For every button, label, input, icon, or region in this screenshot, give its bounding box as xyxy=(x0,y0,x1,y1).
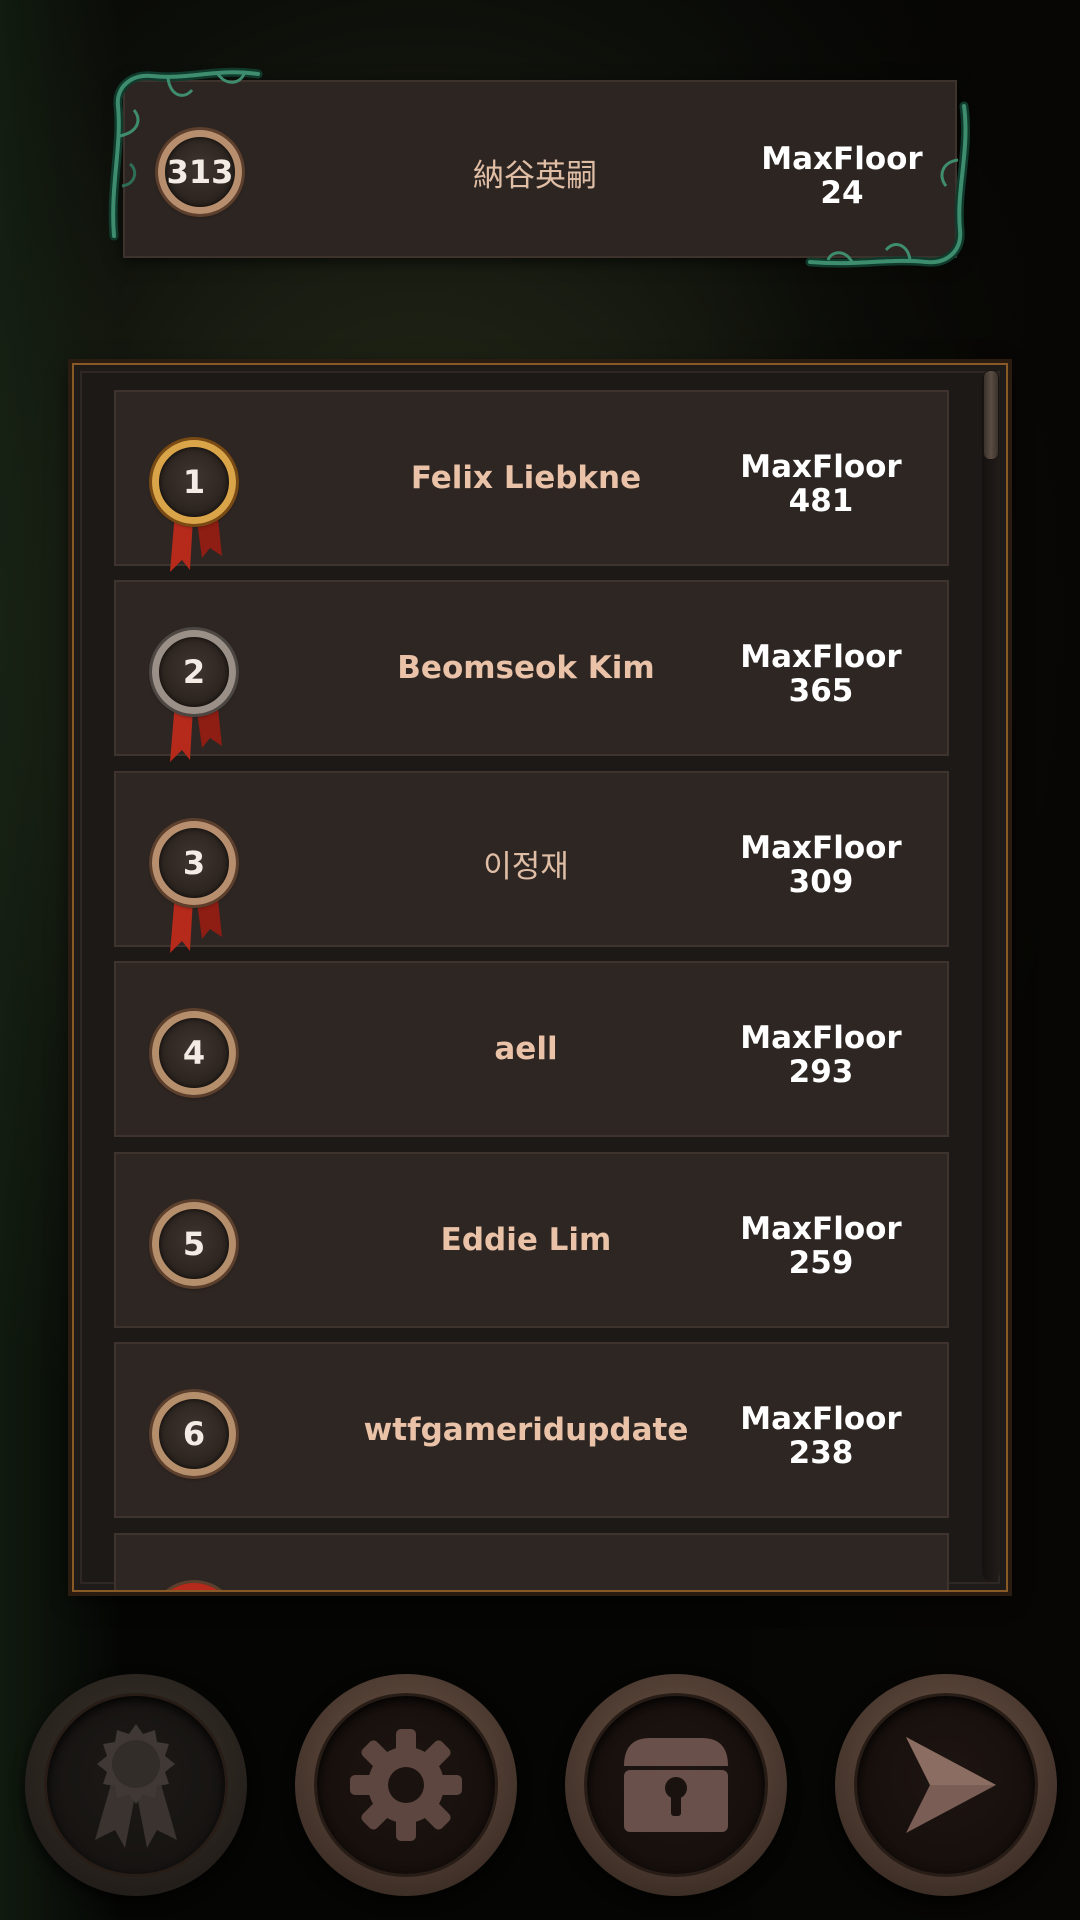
player-name: wtfgameridupdate xyxy=(363,1412,689,1448)
ranking-button[interactable] xyxy=(25,1674,247,1896)
player-name: 이정재 xyxy=(483,849,569,885)
treasure-chest-button-face xyxy=(587,1696,765,1874)
settings-button-face xyxy=(317,1696,495,1874)
rank-number: 2 xyxy=(182,653,206,691)
score-label: MaxFloor xyxy=(740,1020,902,1056)
player-score: MaxFloor 293 xyxy=(731,1021,911,1089)
rank-number: 5 xyxy=(182,1225,206,1263)
leaderboard-scroll-thumb[interactable] xyxy=(983,370,999,460)
play-button-face xyxy=(857,1696,1035,1874)
score-value: 238 xyxy=(788,1435,854,1471)
leaderboard-row-7-partial[interactable] xyxy=(114,1533,949,1590)
play-button[interactable] xyxy=(835,1674,1057,1896)
score-label: MaxFloor xyxy=(740,449,902,485)
player-score: MaxFloor 481 xyxy=(731,450,911,518)
vine-corner-top-left-decoration xyxy=(108,67,263,241)
player-name: Beomseok Kim xyxy=(397,650,655,686)
player-name: aell xyxy=(494,1031,558,1067)
leaderboard-row-2[interactable]: 2 Beomseok Kim MaxFloor 365 xyxy=(114,580,949,762)
score-value: 309 xyxy=(788,864,854,900)
score-value: 481 xyxy=(788,483,854,519)
score-label: MaxFloor xyxy=(740,639,902,675)
rank-medal: 5 xyxy=(152,1202,236,1286)
my-player-name: 納谷英嗣 xyxy=(473,158,597,194)
score-value: 365 xyxy=(788,673,854,709)
gear-icon xyxy=(350,1729,462,1841)
rank-number: 6 xyxy=(182,1415,206,1453)
treasure-chest-button[interactable] xyxy=(565,1674,787,1896)
player-score: MaxFloor 309 xyxy=(731,831,911,899)
score-label: MaxFloor xyxy=(740,1401,902,1437)
rank-medal: 4 xyxy=(152,1011,236,1095)
leaderboard-panel[interactable]: 1 Felix Liebkne MaxFloor 481 2 Beomseok … xyxy=(72,363,1008,1592)
vine-corner-bottom-right-decoration xyxy=(805,101,970,268)
rank-medal-gold: 1 xyxy=(152,440,236,524)
ranking-ribbon-icon xyxy=(95,1724,177,1848)
player-name: Felix Liebkne xyxy=(410,460,642,496)
leaderboard-row-1[interactable]: 1 Felix Liebkne MaxFloor 481 xyxy=(114,390,949,572)
rank-medal xyxy=(152,1583,236,1590)
player-score: MaxFloor 238 xyxy=(731,1402,911,1470)
score-label: MaxFloor xyxy=(740,1211,902,1247)
score-value: 259 xyxy=(788,1245,854,1281)
player-score: MaxFloor 365 xyxy=(731,640,911,708)
player-score: MaxFloor 259 xyxy=(731,1212,911,1280)
leaderboard-row-5[interactable]: 5 Eddie Lim MaxFloor 259 xyxy=(114,1152,949,1328)
locked-chest-icon xyxy=(624,1738,728,1832)
rank-medal-silver: 2 xyxy=(152,630,236,714)
play-arrow-icon xyxy=(906,1737,996,1833)
rank-number: 1 xyxy=(182,463,206,501)
rank-medal: 6 xyxy=(152,1392,236,1476)
leaderboard-scrollbar[interactable] xyxy=(982,371,1000,1581)
rank-number: 4 xyxy=(182,1034,206,1072)
score-label: MaxFloor xyxy=(740,830,902,866)
leaderboard-row-4[interactable]: 4 aell MaxFloor 293 xyxy=(114,961,949,1137)
leaderboard-row-6[interactable]: 6 wtfgameridupdate MaxFloor 238 xyxy=(114,1342,949,1518)
player-name: Eddie Lim xyxy=(440,1222,612,1258)
score-value: 293 xyxy=(788,1054,854,1090)
rank-medal-bronze: 3 xyxy=(152,821,236,905)
rank-number: 3 xyxy=(182,844,206,882)
leaderboard-row-3[interactable]: 3 이정재 MaxFloor 309 xyxy=(114,771,949,953)
ranking-button-face xyxy=(47,1696,225,1874)
settings-button[interactable] xyxy=(295,1674,517,1896)
